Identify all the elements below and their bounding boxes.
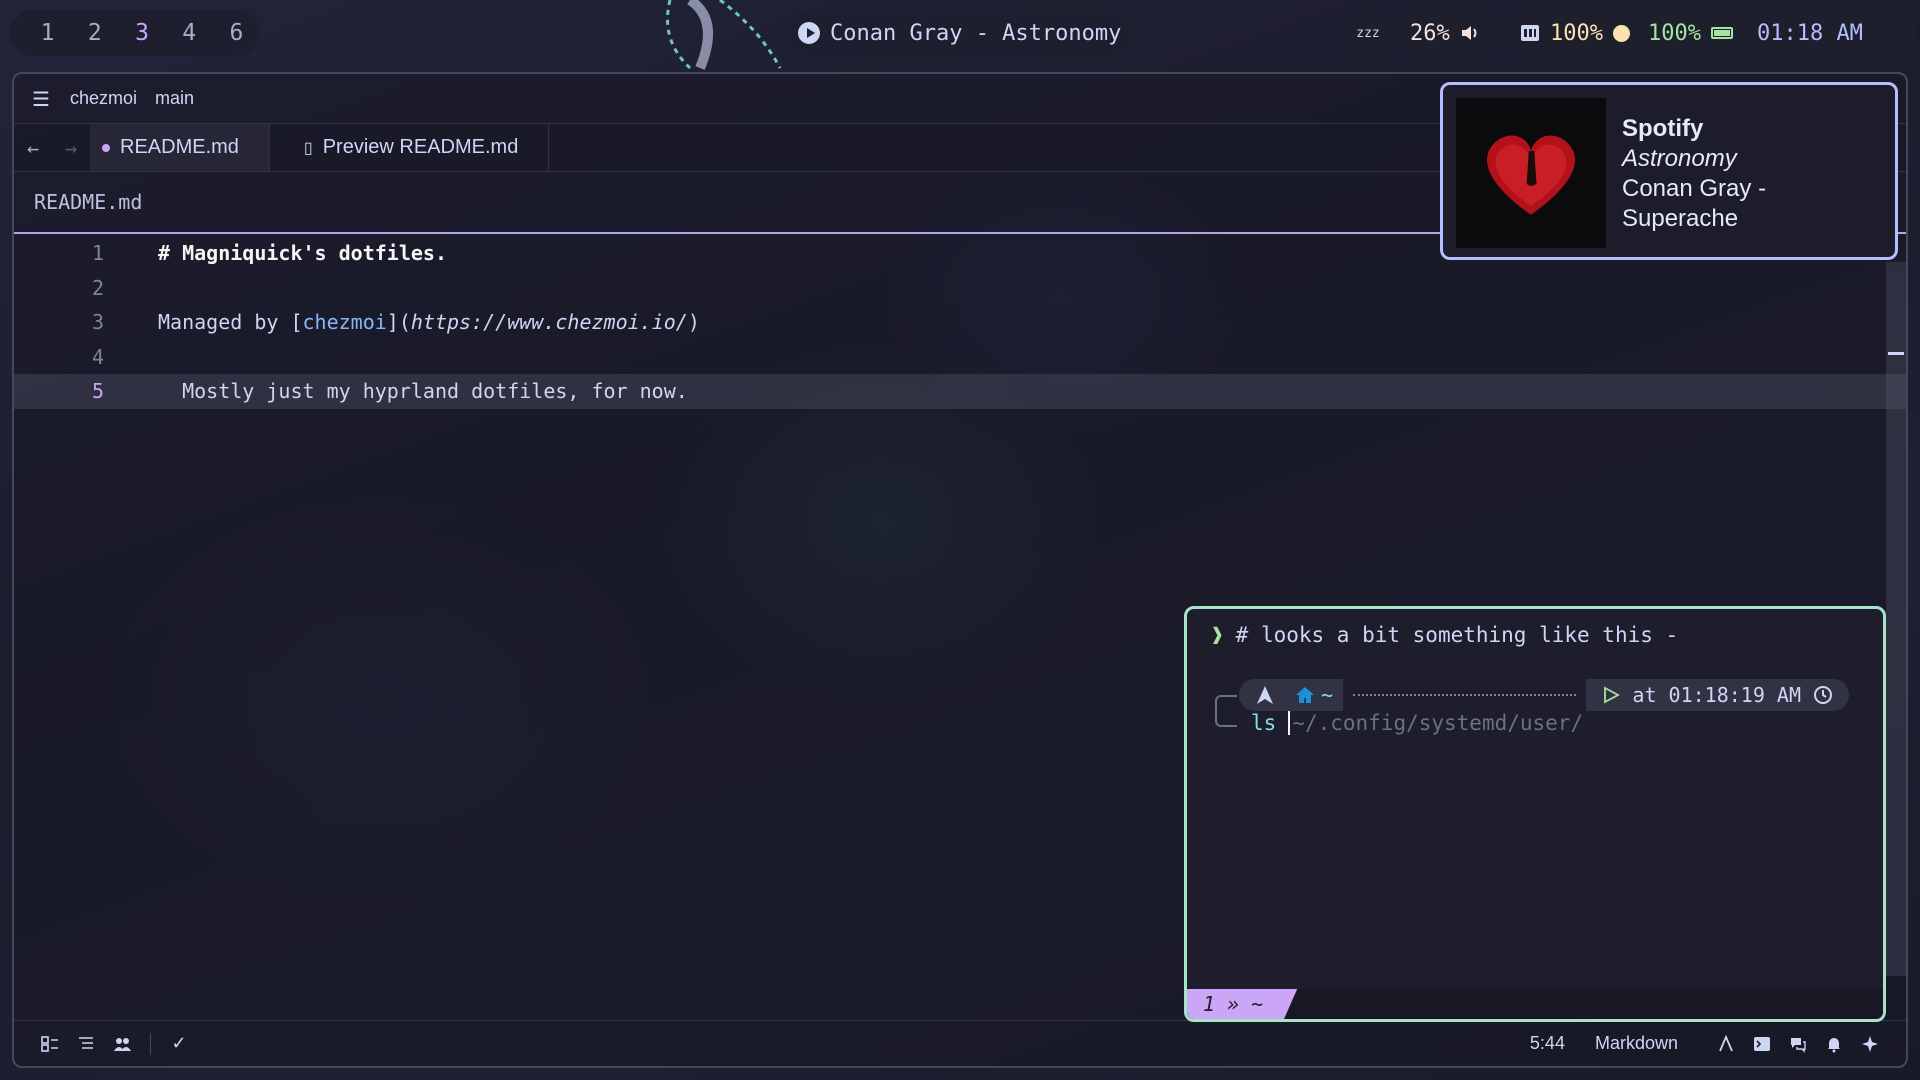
comment-text: # looks a bit something like this - (1235, 623, 1679, 647)
terminal-comment-line: ❱ # looks a bit something like this - (1211, 623, 1678, 647)
workspace-3[interactable]: 3 (118, 20, 165, 46)
tmux-window-tab[interactable]: 1 » ~ (1187, 989, 1298, 1019)
speaker-icon (1460, 23, 1480, 43)
current-code-line[interactable]: 5 Mostly just my hyprland dotfiles, for … (14, 374, 1906, 409)
wallpaper-swirl (666, 0, 782, 70)
project-name[interactable]: chezmoi (70, 88, 137, 109)
prompt-time-segment: at 01:18:19 AM (1586, 679, 1849, 711)
clock: 01:18 AM (1756, 20, 1863, 46)
idle-inhibitor[interactable]: zzz (1346, 10, 1390, 56)
line-text: # Magniquick's dotfiles. (158, 241, 447, 266)
media-widget[interactable]: Conan Gray - Astronomy (786, 10, 1134, 56)
book-icon: ▯ (303, 139, 313, 157)
brightness-icon (1612, 24, 1630, 42)
line-text: Managed by [chezmoi](https://www.chezmoi… (104, 310, 700, 334)
notification-summary: Astronomy (1622, 145, 1737, 172)
forward-arrow-icon[interactable]: → (52, 124, 90, 171)
workspace-6[interactable]: 6 (213, 20, 260, 46)
volume-level: 26% (1410, 20, 1450, 46)
brightness-level: 100% (1550, 20, 1603, 46)
code-line[interactable]: 4 (14, 340, 1906, 375)
git-branch[interactable]: main (155, 88, 194, 109)
heart-album-icon (1487, 135, 1575, 215)
tab-preview-label: Preview README.md (322, 136, 519, 158)
workspace-2[interactable]: 2 (71, 20, 118, 46)
prompt-bracket (1215, 695, 1237, 727)
menu-icon[interactable]: ☰ (32, 87, 50, 111)
tmux-status-bar: 1 » ~ (1187, 989, 1883, 1019)
scroll-thumb[interactable] (1888, 352, 1904, 355)
workspace-switcher: 1 2 3 4 6 (10, 10, 260, 56)
breadcrumb-file[interactable]: README.md (34, 190, 142, 214)
outline-icon[interactable] (68, 1035, 104, 1053)
sparkle-icon[interactable] (1852, 1035, 1888, 1053)
project-panel-icon[interactable] (32, 1035, 68, 1053)
line-number: 5 (91, 379, 104, 404)
prompt-filler (1353, 694, 1577, 696)
modified-dot-icon (102, 143, 110, 152)
workspace-1[interactable]: 1 (24, 20, 71, 46)
back-arrow-icon[interactable]: ← (14, 124, 52, 171)
tab-preview-readme[interactable]: ▯ Preview README.md (270, 124, 550, 171)
tab-readme-label: README.md (120, 136, 239, 158)
album-art (1456, 98, 1606, 248)
system-status: 100% 100% 01:18 AM (1508, 10, 1916, 56)
terminal-icon[interactable] (1744, 1035, 1780, 1053)
prompt-dir-segment: ~ (1285, 679, 1344, 711)
language-mode[interactable]: Markdown (1595, 1033, 1678, 1054)
clock-icon (1814, 686, 1832, 704)
status-bar: ✓ 5:44 Markdown (14, 1020, 1906, 1066)
text-cursor (1288, 711, 1291, 735)
top-bar: 1 2 3 4 6 Conan Gray - Astronomy zzz 26%… (0, 0, 1920, 70)
markdown-link-url[interactable]: https://www.chezmoi.io/ (411, 310, 688, 334)
chat-icon[interactable] (1780, 1035, 1816, 1053)
tab-readme[interactable]: README.md (90, 124, 270, 171)
bell-icon[interactable] (1816, 1035, 1852, 1053)
volume-widget[interactable]: 26% (1398, 10, 1498, 56)
keyboard-icon[interactable] (1520, 23, 1540, 43)
battery-icon (1710, 27, 1733, 39)
copilot-icon[interactable] (1708, 1034, 1744, 1053)
shell-prompt: ~ at 01:18:19 AM (1239, 679, 1849, 711)
command-line[interactable]: ls ~/.config/systemd/user/ (1251, 711, 1583, 735)
play-outline-icon (1604, 686, 1621, 704)
code-line[interactable]: 3 Managed by [chezmoi](https://www.chezm… (14, 305, 1906, 340)
battery-level: 100% (1647, 20, 1701, 46)
scrollbar[interactable] (1886, 262, 1906, 976)
line-number: 2 (91, 275, 104, 300)
code-area[interactable]: 1 # Magniquick's dotfiles. 2 3 Managed b… (14, 234, 1906, 409)
text-fragment: ) (687, 310, 700, 335)
notification-body: Conan Gray - Superache (1622, 175, 1767, 232)
collab-icon[interactable] (104, 1035, 140, 1053)
play-icon[interactable] (798, 22, 820, 44)
prompt-time: at 01:18:19 AM (1632, 683, 1801, 707)
arch-logo-icon (1239, 679, 1285, 711)
home-icon (1296, 687, 1314, 703)
terminal-window[interactable]: ❱ # looks a bit something like this - ~ … (1184, 606, 1886, 1022)
workspace-4[interactable]: 4 (166, 20, 213, 46)
autosuggestion: ~/.config/systemd/user/ (1292, 711, 1584, 735)
command: ls (1251, 711, 1277, 735)
markdown-link-text[interactable]: chezmoi (303, 310, 387, 334)
text-fragment: ]( (386, 310, 411, 335)
prompt-dir: ~ (1321, 683, 1334, 707)
line-number: 4 (91, 344, 104, 369)
cursor-position[interactable]: 5:44 (1530, 1033, 1565, 1054)
line-text: Mostly just my hyprland dotfiles, for no… (158, 379, 688, 404)
sleep-icon: zzz (1356, 25, 1380, 41)
media-title: Conan Gray - Astronomy (830, 20, 1122, 46)
line-number: 1 (91, 241, 104, 266)
spotify-notification[interactable]: Spotify Astronomy Conan Gray - Superache (1440, 82, 1898, 260)
notification-text: Spotify Astronomy Conan Gray - Superache (1622, 98, 1792, 244)
prompt-chevron-icon: ❱ (1211, 623, 1224, 647)
check-icon[interactable]: ✓ (161, 1033, 197, 1054)
code-line[interactable]: 2 (14, 271, 1906, 306)
divider (150, 1032, 151, 1055)
line-number: 3 (91, 310, 104, 335)
text-fragment: Managed by [ (158, 310, 303, 335)
notification-app: Spotify (1622, 115, 1704, 142)
